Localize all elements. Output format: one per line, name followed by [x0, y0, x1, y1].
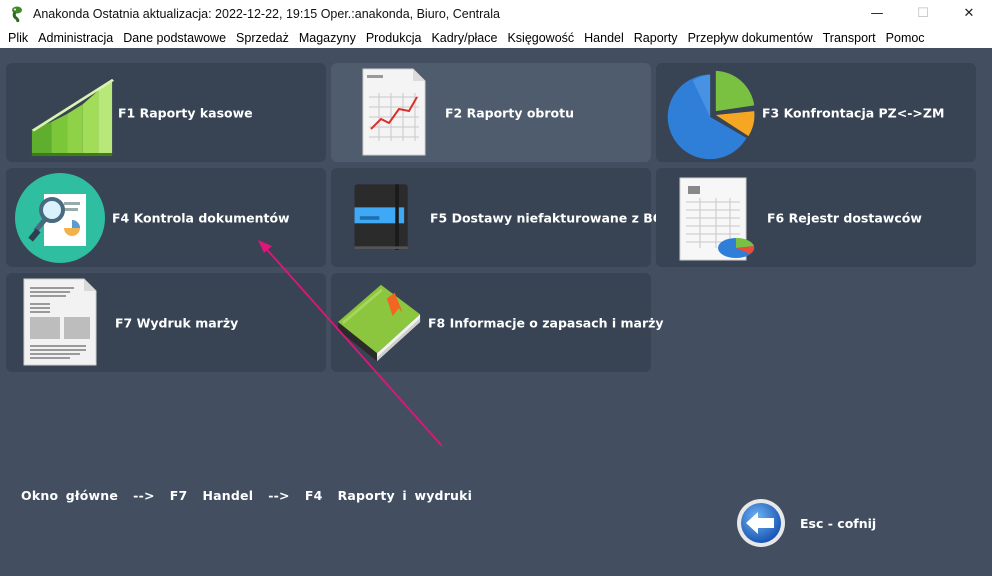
menu-raporty[interactable]: Raporty	[629, 31, 683, 45]
menu-dane-podstawowe[interactable]: Dane podstawowe	[118, 31, 231, 45]
maximize-button[interactable]: ☐	[900, 0, 946, 27]
menu-plik[interactable]: Plik	[3, 31, 33, 45]
menu-ksiegowosc[interactable]: Księgowość	[502, 31, 579, 45]
tile-f4-label: F4 Kontrola dokumentów	[112, 210, 290, 225]
tile-f5-label: F5 Dostawy niefakturowane z BO	[430, 210, 664, 225]
tile-f3-konfrontacja[interactable]: F3 Konfrontacja PZ<->ZM	[656, 63, 976, 162]
tile-f7-label: F7 Wydruk marży	[115, 315, 239, 330]
menu-sprzedaz[interactable]: Sprzedaż	[231, 31, 294, 45]
menu-magazyny[interactable]: Magazyny	[294, 31, 361, 45]
tile-f5-dostawy-niefakturowane[interactable]: F5 Dostawy niefakturowane z BO	[331, 168, 663, 267]
menu-bar: Plik Administracja Dane podstawowe Sprze…	[0, 27, 992, 48]
tile-f6-label: F6 Rejestr dostawców	[767, 210, 922, 225]
tile-f7-wydruk-marzy[interactable]: F7 Wydruk marży	[6, 273, 326, 372]
menu-handel[interactable]: Handel	[579, 31, 629, 45]
back-button[interactable]: Esc - cofnij	[736, 498, 876, 548]
tile-f2-raporty-obrotu[interactable]: F2 Raporty obrotu	[331, 63, 651, 162]
back-arrow-icon	[737, 499, 785, 547]
menu-produkcja[interactable]: Produkcja	[361, 31, 427, 45]
tile-f2-label: F2 Raporty obrotu	[445, 105, 574, 120]
menu-administracja[interactable]: Administracja	[33, 31, 118, 45]
magnifier-document-icon	[15, 173, 105, 263]
tile-f8-label: F8 Informacje o zapasach i marży	[428, 315, 664, 330]
menu-pomoc[interactable]: Pomoc	[881, 31, 930, 45]
printed-page-icon	[23, 278, 97, 366]
tile-f1-raporty-kasowe[interactable]: F1 Raporty kasowe	[6, 63, 326, 162]
tile-f6-rejestr-dostawcow[interactable]: F6 Rejestr dostawców	[656, 168, 976, 267]
tile-f3-label: F3 Konfrontacja PZ<->ZM	[762, 105, 945, 120]
tile-f1-label: F1 Raporty kasowe	[118, 105, 253, 120]
pie-chart-icon	[667, 70, 755, 160]
breadcrumb: Okno główne --> F7 Handel --> F4 Raporty…	[21, 488, 473, 503]
bar-chart-icon	[31, 78, 115, 157]
spreadsheet-icon	[679, 177, 755, 261]
notebook-icon	[354, 184, 408, 250]
tile-f4-kontrola-dokumentow[interactable]: F4 Kontrola dokumentów	[6, 168, 326, 267]
back-label: Esc - cofnij	[800, 515, 877, 531]
close-button[interactable]: ✕	[946, 0, 992, 27]
tile-f8-informacje-o-zapasach[interactable]: F8 Informacje o zapasach i marży	[331, 273, 664, 372]
minimize-button[interactable]: —	[854, 0, 900, 27]
menu-kadry-place[interactable]: Kadry/płace	[426, 31, 502, 45]
green-book-icon	[337, 284, 421, 362]
window-title: Anakonda Ostatnia aktualizacja: 2022-12-…	[33, 6, 500, 21]
app-logo-icon	[12, 6, 22, 22]
menu-przeplyw-dokumentow[interactable]: Przepływ dokumentów	[683, 31, 818, 45]
menu-transport[interactable]: Transport	[818, 31, 881, 45]
title-bar: Anakonda Ostatnia aktualizacja: 2022-12-…	[0, 0, 992, 27]
report-document-icon	[362, 68, 426, 156]
